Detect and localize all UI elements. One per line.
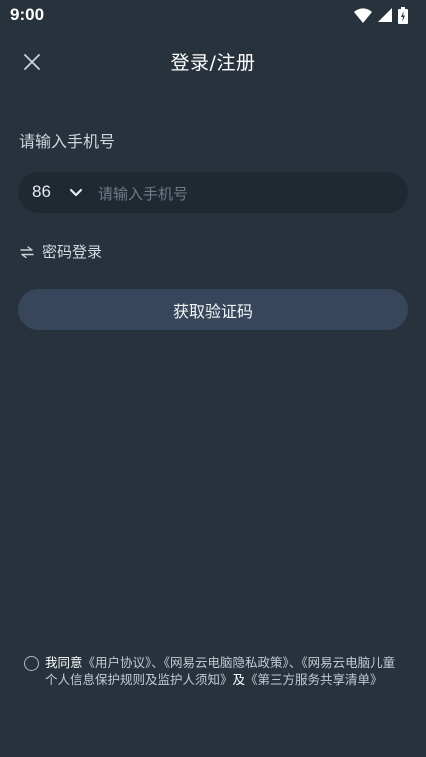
agreement-text: 我同意《用户协议》、《网易云电脑隐私政策》、《网易云电脑儿童个人信息保护规则及监… [45, 654, 405, 688]
cellular-signal-icon [378, 8, 392, 22]
wifi-icon [354, 7, 372, 23]
battery-charging-icon [398, 6, 408, 24]
chevron-down-icon[interactable] [68, 185, 84, 201]
swap-icon [20, 245, 34, 258]
separator: 、 [151, 655, 164, 670]
status-bar: 9:00 [0, 0, 426, 30]
get-verification-code-button[interactable]: 获取验证码 [18, 289, 408, 330]
country-code[interactable]: 86 [32, 182, 51, 202]
phone-input[interactable] [96, 172, 400, 215]
agreement-and: 及 [232, 672, 246, 687]
password-login-link[interactable]: 密码登录 [20, 241, 102, 262]
privacy-policy-link[interactable]: 《网易云电脑隐私政策》 [164, 655, 289, 670]
third-party-list-link[interactable]: 《第三方服务共享清单》 [245, 672, 383, 687]
separator: 、 [288, 655, 302, 670]
phone-label: 请输入手机号 [19, 132, 116, 151]
status-time: 9:00 [10, 5, 45, 24]
agree-radio[interactable] [24, 656, 39, 671]
user-agreement-link[interactable]: 《用户协议》 [83, 655, 152, 670]
page-title: 登录/注册 [170, 52, 256, 74]
agreement-prefix: 我同意 [45, 655, 83, 670]
header: 登录/注册 [0, 38, 426, 84]
phone-input-row: 86 [18, 172, 408, 215]
password-login-label: 密码登录 [42, 243, 103, 261]
status-icons [354, 6, 408, 24]
